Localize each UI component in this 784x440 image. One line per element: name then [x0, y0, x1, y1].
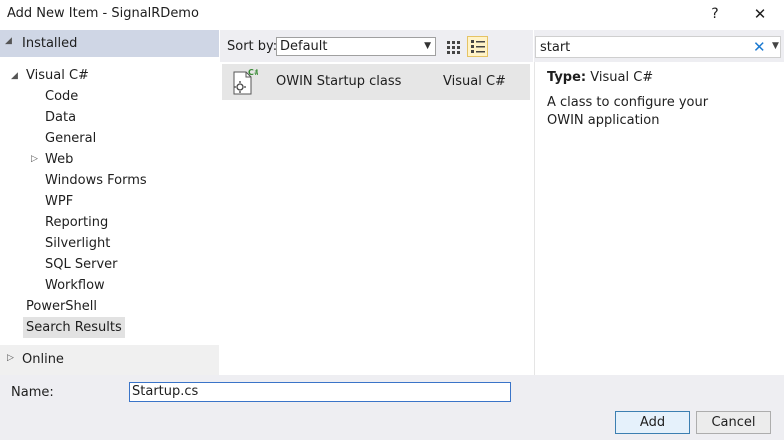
details-view-button[interactable] [467, 36, 488, 57]
template-categories-panel: ◢ Installed ◢ Visual C# Code Data Genera… [0, 30, 219, 375]
tree-wpf[interactable]: WPF [45, 191, 73, 212]
sort-toolbar: Sort by: Default ▼ [220, 30, 533, 62]
tree-search-results[interactable]: Search Results [23, 317, 125, 338]
expanded-triangle-icon: ◢ [5, 36, 12, 46]
expanded-triangle-icon[interactable]: ◢ [11, 71, 18, 81]
help-button[interactable]: ? [704, 3, 726, 25]
search-input[interactable]: start ✕ ▼ [535, 36, 781, 58]
list-item[interactable]: C# OWIN Startup class Visual C# [222, 64, 530, 100]
type-value: Visual C# [590, 70, 654, 85]
csharp-class-file-icon: C# [233, 68, 258, 95]
item-language: Visual C# [443, 74, 506, 89]
add-button[interactable]: Add [615, 411, 690, 434]
category-tree: ◢ Visual C# Code Data General ▷ Web Wind… [0, 57, 219, 345]
item-name: OWIN Startup class [276, 74, 402, 89]
name-field[interactable]: Startup.cs [129, 382, 511, 402]
installed-header[interactable]: ◢ Installed [0, 30, 219, 57]
tree-sql-server[interactable]: SQL Server [45, 254, 118, 275]
svg-text:C#: C# [248, 68, 258, 77]
collapsed-triangle-icon: ▷ [7, 353, 14, 363]
list-view-icon [470, 40, 485, 53]
close-icon[interactable]: ✕ [748, 3, 772, 25]
templates-list: C# OWIN Startup class Visual C# [220, 62, 533, 375]
clear-search-icon[interactable]: ✕ [753, 38, 766, 56]
online-label: Online [22, 352, 64, 367]
tree-data[interactable]: Data [45, 107, 76, 128]
search-area: start ✕ ▼ [534, 30, 784, 62]
tree-silverlight[interactable]: Silverlight [45, 233, 110, 254]
tree-windows-forms[interactable]: Windows Forms [45, 170, 147, 191]
item-description: A class to configure your OWIN applicati… [547, 95, 709, 128]
tree-reporting[interactable]: Reporting [45, 212, 108, 233]
tree-workflow[interactable]: Workflow [45, 275, 105, 296]
tree-powershell[interactable]: PowerShell [26, 296, 97, 317]
sort-by-label: Sort by: [227, 39, 278, 54]
type-line: Type: Visual C# [547, 70, 653, 85]
search-value: start [540, 40, 571, 55]
sort-by-value: Default [280, 39, 328, 54]
sort-by-dropdown[interactable]: Default ▼ [276, 37, 436, 56]
chevron-down-icon: ▼ [424, 41, 431, 51]
name-label: Name: [11, 385, 54, 400]
collapsed-triangle-icon[interactable]: ▷ [31, 154, 38, 164]
small-icons-view-button[interactable] [443, 37, 463, 57]
chevron-down-icon[interactable]: ▼ [772, 41, 779, 51]
grid-view-icon [446, 40, 460, 54]
tree-code[interactable]: Code [45, 86, 78, 107]
tree-general[interactable]: General [45, 128, 96, 149]
tree-web[interactable]: Web [45, 149, 73, 170]
installed-label: Installed [22, 36, 78, 51]
item-details-panel: Type: Visual C# A class to configure you… [534, 62, 784, 375]
bottom-bar: Name: Startup.cs Add Cancel [0, 375, 784, 440]
cancel-button[interactable]: Cancel [696, 411, 771, 434]
title-bar: Add New Item - SignalRDemo ? ✕ [0, 0, 784, 29]
window-title: Add New Item - SignalRDemo [7, 6, 199, 21]
online-header[interactable]: ▷ Online [0, 345, 219, 375]
tree-visual-csharp[interactable]: Visual C# [26, 65, 89, 86]
type-label: Type: [547, 70, 587, 85]
